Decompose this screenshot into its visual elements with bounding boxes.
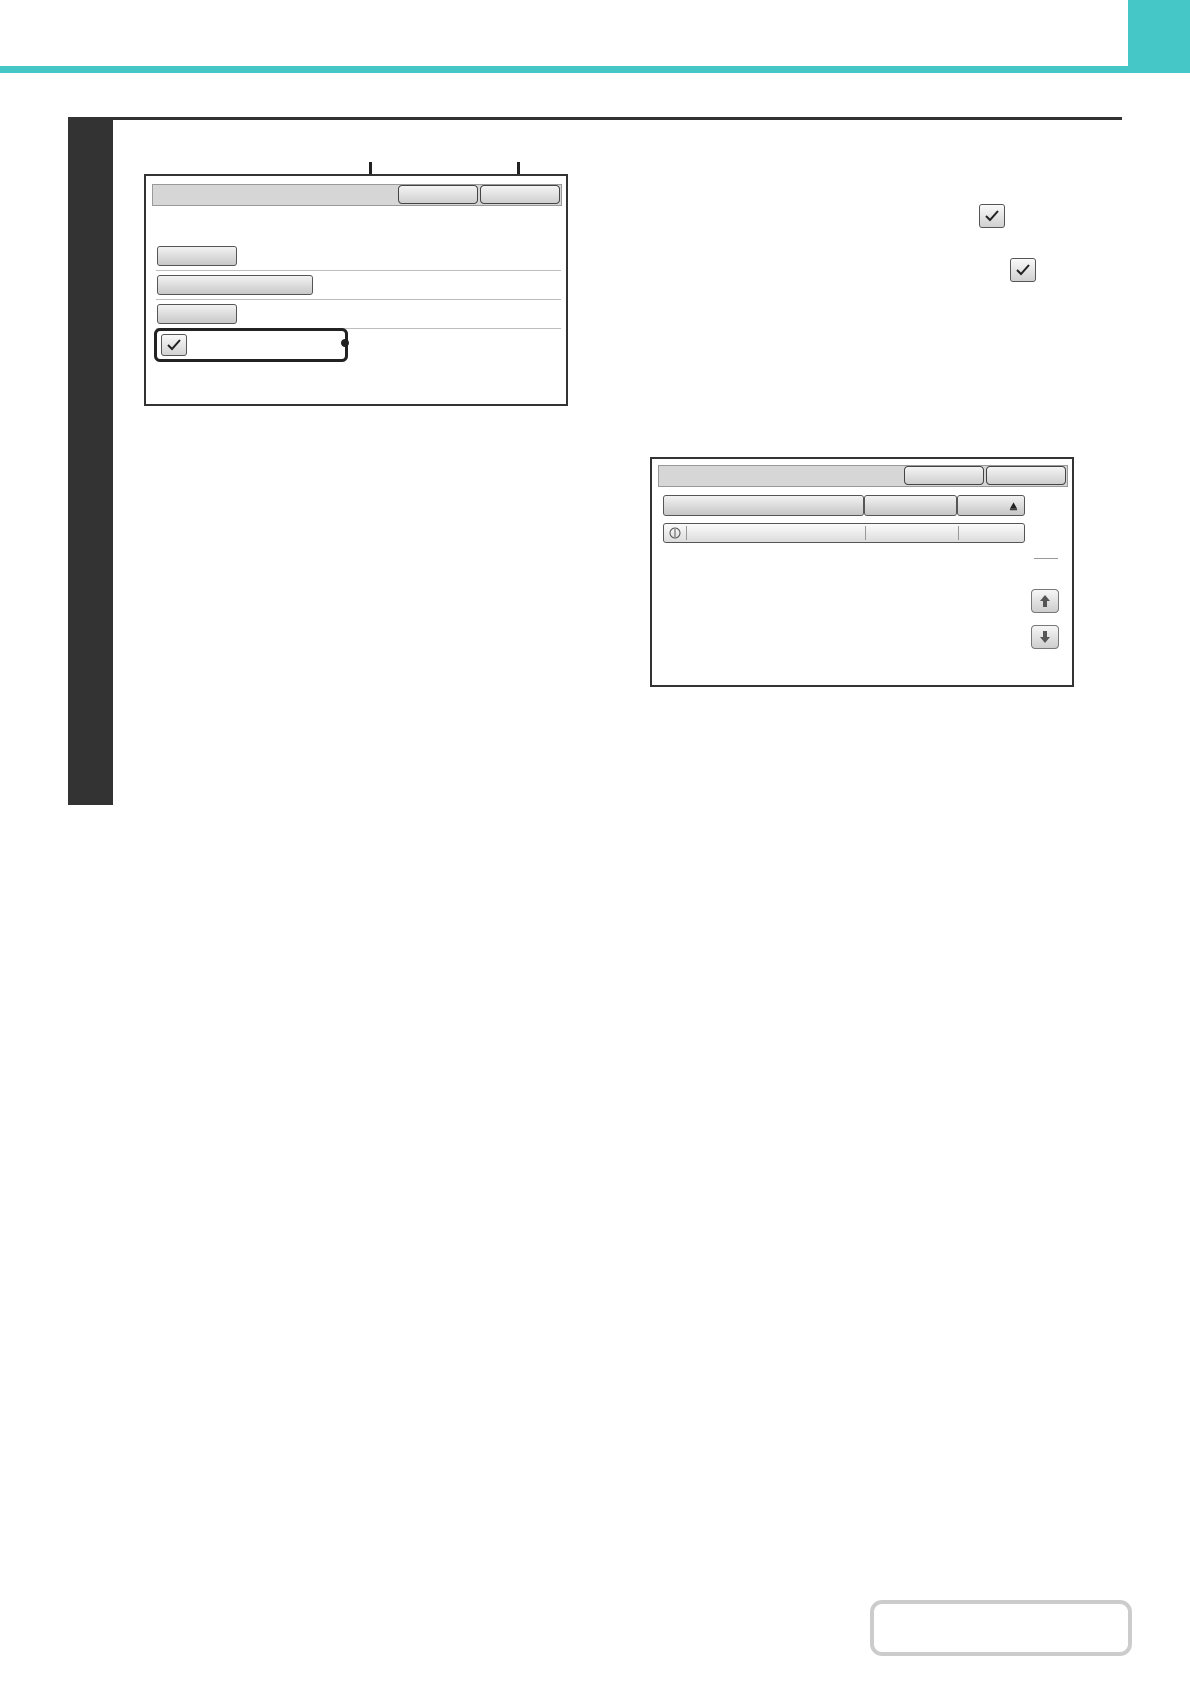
option-button-2[interactable] <box>157 275 313 295</box>
title-bar-button-1[interactable] <box>398 185 478 204</box>
title-bar-button-2[interactable] <box>986 466 1066 485</box>
step-marker-bar <box>68 118 113 805</box>
arrow-up-icon <box>1040 595 1050 607</box>
settings-screen-panel <box>144 174 568 406</box>
option-checkbox[interactable] <box>161 334 187 356</box>
highlighted-checkbox-area <box>154 328 348 362</box>
column-header-2[interactable] <box>864 495 957 516</box>
row-divider <box>156 299 561 300</box>
checkbox-inline-icon-1 <box>979 204 1005 228</box>
checkmark-icon <box>1016 264 1030 276</box>
title-bar-button-2[interactable] <box>480 185 560 204</box>
option-button-1[interactable] <box>157 246 237 266</box>
checkbox-inline-icon-2 <box>1010 258 1036 282</box>
triangle-up-icon <box>1009 502 1018 511</box>
checkmark-icon <box>167 339 181 351</box>
chapter-tab <box>1128 0 1190 73</box>
column-header-name[interactable] <box>663 495 864 516</box>
page-header <box>0 0 1128 68</box>
header-accent-line <box>0 66 1190 73</box>
checkmark-icon <box>985 210 999 222</box>
arrow-down-icon <box>1040 631 1050 643</box>
file-list-screen-panel <box>650 457 1074 687</box>
scroll-up-button[interactable] <box>1031 589 1059 613</box>
callout-dot-checkbox <box>341 339 349 347</box>
row-divider <box>156 270 561 271</box>
title-bar-button-1[interactable] <box>904 466 984 485</box>
scroll-down-button[interactable] <box>1031 625 1059 649</box>
contents-navigation-button[interactable] <box>870 1600 1132 1656</box>
table-row[interactable] <box>663 523 1025 543</box>
cell-divider <box>865 526 866 540</box>
option-button-3[interactable] <box>157 304 237 324</box>
cell-divider <box>958 526 959 540</box>
cell-divider <box>686 526 687 540</box>
document-icon <box>669 527 681 539</box>
page-indicator-line <box>1034 558 1058 559</box>
step-divider <box>68 117 1122 120</box>
column-header-sort[interactable] <box>957 495 1025 516</box>
